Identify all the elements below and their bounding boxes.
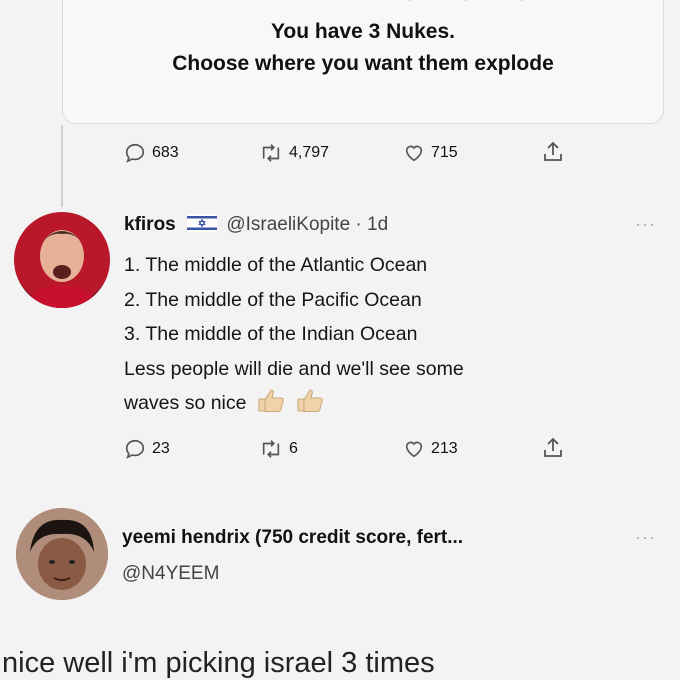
share-icon	[541, 436, 565, 460]
tweet-line: Less people will die and we'll see some	[124, 352, 464, 387]
share-icon	[541, 140, 565, 164]
quoted-tweet-card[interactable]: You have 3 Nukes. Choose where you want …	[62, 0, 664, 124]
thread-connector-line	[61, 125, 63, 207]
display-name[interactable]: yeemi hendrix (750 credit score, fert...	[122, 527, 463, 548]
avatar[interactable]	[14, 212, 110, 308]
tweet-line-last: waves so nice	[124, 386, 464, 421]
retweet-icon	[259, 142, 283, 164]
quoted-line-2: Choose where you want them explode	[63, 48, 663, 80]
handle: @N4YEEM	[122, 563, 219, 585]
avatar[interactable]	[16, 508, 108, 600]
tweet1-text: 1. The middle of the Atlantic Ocean 2. T…	[124, 248, 464, 421]
avatar-photo	[16, 508, 108, 600]
tweet-line: 3. The middle of the Indian Ocean	[124, 317, 464, 352]
like-count: 715	[431, 144, 458, 162]
retweet-count: 6	[289, 440, 298, 458]
share-button[interactable]	[541, 436, 565, 460]
israel-flag-icon	[187, 214, 217, 232]
display-name[interactable]: kfiros	[124, 214, 176, 235]
tweet1-header: kfiros @IsraeliKopite · 1d	[124, 214, 388, 236]
reply-count: 683	[152, 144, 179, 162]
avatar-photo	[14, 212, 110, 308]
radiation-icon	[398, 0, 420, 1]
quoted-line-1: You have 3 Nukes.	[63, 16, 663, 48]
radiation-icon	[510, 0, 532, 1]
tweet2-header: yeemi hendrix (750 credit score, fert...	[122, 527, 463, 549]
thumbs-up-icon	[295, 387, 325, 413]
reply-count: 23	[152, 440, 170, 458]
more-options-icon[interactable]: ···	[635, 214, 656, 235]
thumbs-up-icon	[256, 387, 286, 413]
heart-icon	[403, 142, 425, 164]
like-button[interactable]: 715	[403, 142, 458, 164]
reply-button[interactable]: 23	[124, 438, 170, 460]
retweet-icon	[259, 438, 283, 460]
handle-and-time: @IsraeliKopite · 1d	[226, 214, 388, 235]
tweet-line: 2. The middle of the Pacific Ocean	[124, 283, 464, 318]
reply-button[interactable]: 683	[124, 142, 179, 164]
reply-icon	[124, 142, 146, 164]
like-button[interactable]: 213	[403, 438, 458, 460]
tweet-line: 1. The middle of the Atlantic Ocean	[124, 248, 464, 283]
tweet2-text: nice well i'm picking israel 3 times	[2, 647, 435, 680]
quoted-tweet-text: You have 3 Nukes. Choose where you want …	[63, 16, 663, 80]
reply-icon	[124, 438, 146, 460]
retweet-button[interactable]: 6	[259, 438, 298, 460]
retweet-button[interactable]: 4,797	[259, 142, 329, 164]
like-count: 213	[431, 440, 458, 458]
heart-icon	[403, 438, 425, 460]
share-button[interactable]	[541, 140, 565, 164]
radiation-icon-row	[398, 0, 532, 1]
radiation-icon	[454, 0, 476, 1]
more-options-icon[interactable]: ···	[635, 527, 656, 548]
retweet-count: 4,797	[289, 144, 329, 162]
